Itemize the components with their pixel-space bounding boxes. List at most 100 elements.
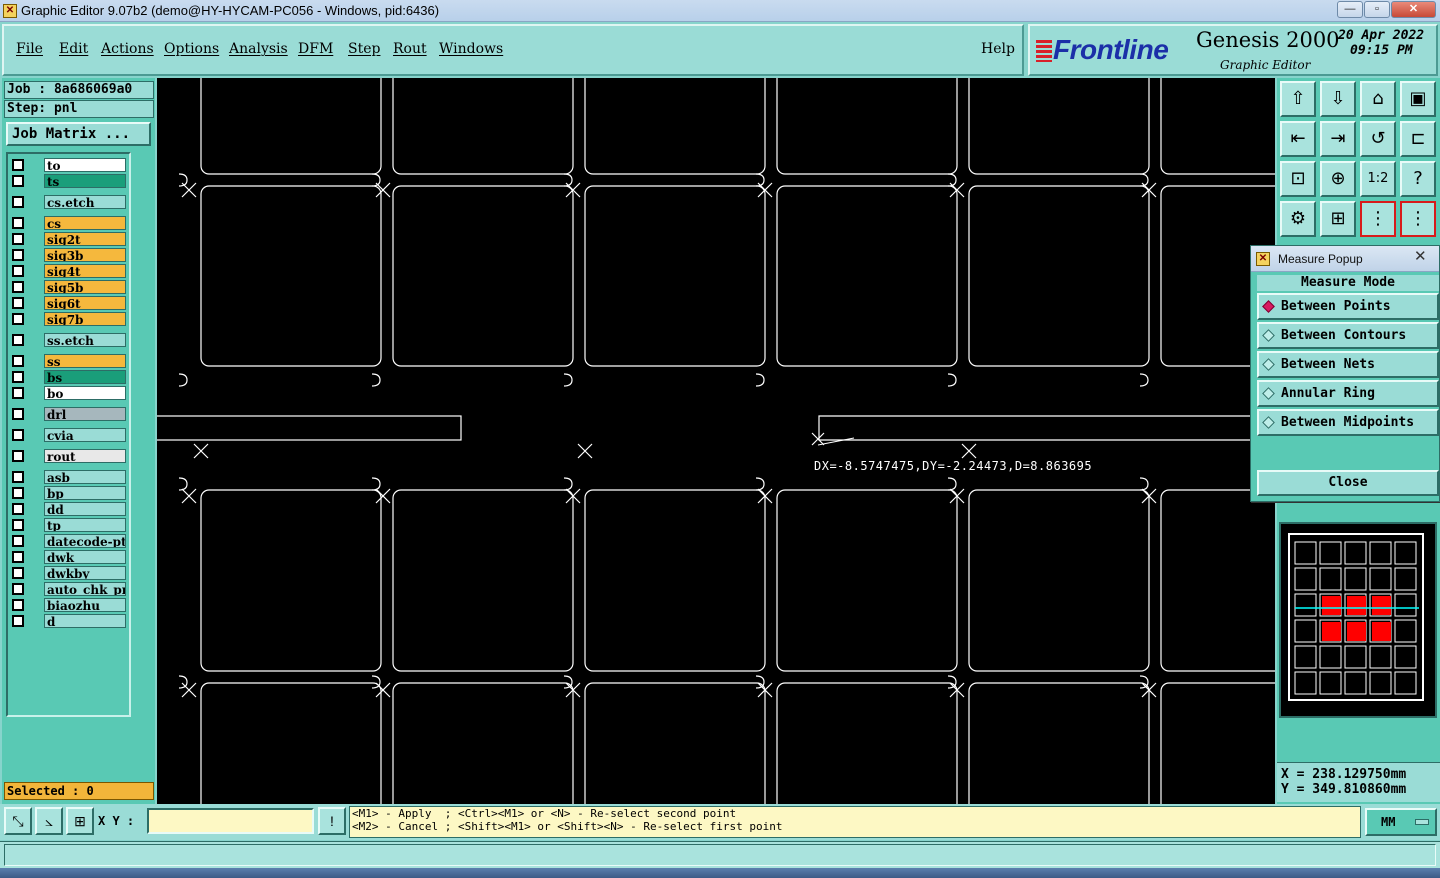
layer-checkbox[interactable] — [12, 265, 24, 277]
measure-close-button[interactable]: Close — [1257, 470, 1439, 496]
layer-name[interactable]: sig4t — [44, 264, 126, 278]
layer-row[interactable]: biaozhu — [10, 598, 128, 612]
layer-checkbox[interactable] — [12, 249, 24, 261]
layer-name[interactable]: cvia — [44, 428, 126, 442]
popup-close-icon[interactable]: ✕ — [1414, 247, 1427, 265]
menu-step[interactable]: Step — [348, 41, 380, 57]
pan-right-icon[interactable]: ⇥ — [1320, 121, 1356, 157]
zoom-home-icon[interactable]: ⇧ — [1280, 81, 1316, 117]
layer-checkbox[interactable] — [12, 313, 24, 325]
display-layers-icon[interactable]: ⋮ — [1360, 201, 1396, 237]
layer-name[interactable]: sig2t — [44, 232, 126, 246]
layer-name[interactable]: datecode-ptc — [44, 534, 126, 548]
layer-list-scrollbar[interactable] — [132, 152, 152, 717]
layer-row[interactable]: dwkby — [10, 566, 128, 580]
layer-row[interactable]: d — [10, 614, 128, 628]
layer-row[interactable]: sig7b — [10, 312, 128, 326]
layer-name[interactable]: bp — [44, 486, 126, 500]
layer-row[interactable]: cvia — [10, 428, 128, 442]
layer-checkbox[interactable] — [12, 519, 24, 531]
layer-settings-icon[interactable]: ⚙ — [1280, 201, 1316, 237]
layer-checkbox[interactable] — [12, 387, 24, 399]
layer-checkbox[interactable] — [12, 233, 24, 245]
layer-name[interactable]: to — [44, 158, 126, 172]
layer-row[interactable]: dd — [10, 502, 128, 516]
pan-left-icon[interactable]: ⇤ — [1280, 121, 1316, 157]
layer-row[interactable]: sig5b — [10, 280, 128, 294]
redraw-icon[interactable]: ↺ — [1360, 121, 1396, 157]
layer-row[interactable]: bs — [10, 370, 128, 384]
window-split-icon[interactable]: ▣ — [1400, 81, 1436, 117]
layer-checkbox[interactable] — [12, 551, 24, 563]
layer-name[interactable]: auto_chk_pnl — [44, 582, 126, 596]
menu-file[interactable]: File — [16, 41, 43, 57]
mode-between-contours[interactable]: Between Contours — [1257, 322, 1439, 349]
graphic-canvas[interactable]: DX=-8.5747475,DY=-2.24473,D=8.863695 — [157, 78, 1275, 804]
xy-input[interactable] — [147, 808, 314, 834]
layer-name[interactable]: biaozhu — [44, 598, 126, 612]
layer-name[interactable]: drl — [44, 407, 126, 421]
layer-name[interactable]: asb — [44, 470, 126, 484]
layer-row[interactable]: sig4t — [10, 264, 128, 278]
layer-checkbox[interactable] — [12, 334, 24, 346]
layer-checkbox[interactable] — [12, 503, 24, 515]
mode-between-nets[interactable]: Between Nets — [1257, 351, 1439, 378]
menu-windows[interactable]: Windows — [439, 41, 503, 57]
help-query-icon[interactable]: ? — [1400, 161, 1436, 197]
layer-row[interactable]: drl — [10, 407, 128, 421]
layer-row[interactable]: bp — [10, 486, 128, 500]
layer-checkbox[interactable] — [12, 487, 24, 499]
job-matrix-button[interactable]: Job Matrix ... — [6, 122, 151, 146]
layer-name[interactable]: cs — [44, 216, 126, 230]
layer-checkbox[interactable] — [12, 159, 24, 171]
snap-mode-icon[interactable]: ⤡ — [4, 807, 32, 835]
snap-icon[interactable]: ⊏ — [1400, 121, 1436, 157]
layer-name[interactable]: sig7b — [44, 312, 126, 326]
layer-name[interactable]: bo — [44, 386, 126, 400]
menu-options[interactable]: Options — [164, 41, 219, 57]
layer-row[interactable]: ss — [10, 354, 128, 368]
layer-checkbox[interactable] — [12, 196, 24, 208]
layer-row[interactable]: auto_chk_pnl — [10, 582, 128, 596]
layer-checkbox[interactable] — [12, 583, 24, 595]
layer-row[interactable]: sig3b — [10, 248, 128, 262]
menu-analysis[interactable]: Analysis — [229, 41, 288, 57]
fit-screen-icon[interactable]: ⊕ — [1320, 161, 1356, 197]
alert-icon[interactable]: ! — [318, 807, 346, 835]
layer-name[interactable]: dwk — [44, 550, 126, 564]
layer-checkbox[interactable] — [12, 281, 24, 293]
layer-checkbox[interactable] — [12, 615, 24, 627]
layer-row[interactable]: cs.etch — [10, 195, 128, 209]
layer-row[interactable]: rout — [10, 449, 128, 463]
layer-checkbox[interactable] — [12, 371, 24, 383]
layer-checkbox[interactable] — [12, 217, 24, 229]
mode-annular-ring[interactable]: Annular Ring — [1257, 380, 1439, 407]
layer-checkbox[interactable] — [12, 175, 24, 187]
layer-name[interactable]: dd — [44, 502, 126, 516]
home-step-icon[interactable]: ⌂ — [1360, 81, 1396, 117]
layer-checkbox[interactable] — [12, 535, 24, 547]
fit-profile-icon[interactable]: ⊡ — [1280, 161, 1316, 197]
maximize-button[interactable]: ▫ — [1364, 1, 1390, 18]
mode-between-midpoints[interactable]: Between Midpoints — [1257, 409, 1439, 436]
layer-name[interactable]: sig3b — [44, 248, 126, 262]
layer-row[interactable]: ss.etch — [10, 333, 128, 347]
menu-help[interactable]: Help — [981, 41, 1015, 57]
layer-checkbox[interactable] — [12, 429, 24, 441]
layer-row[interactable]: cs — [10, 216, 128, 230]
layer-name[interactable]: ss — [44, 354, 126, 368]
layer-name[interactable]: ss.etch — [44, 333, 126, 347]
layer-checkbox[interactable] — [12, 408, 24, 420]
layer-checkbox[interactable] — [12, 471, 24, 483]
mode-between-points[interactable]: Between Points — [1257, 293, 1439, 320]
zoom-back-icon[interactable]: ⇩ — [1320, 81, 1356, 117]
layer-name[interactable]: sig5b — [44, 280, 126, 294]
layer-row[interactable]: bo — [10, 386, 128, 400]
layer-name[interactable]: bs — [44, 370, 126, 384]
menu-edit[interactable]: Edit — [59, 41, 88, 57]
display-features-icon[interactable]: ⋮ — [1400, 201, 1436, 237]
close-button[interactable]: ✕ — [1391, 1, 1436, 18]
menu-rout[interactable]: Rout — [393, 41, 427, 57]
layer-name[interactable]: d — [44, 614, 126, 628]
layer-name[interactable]: dwkby — [44, 566, 126, 580]
